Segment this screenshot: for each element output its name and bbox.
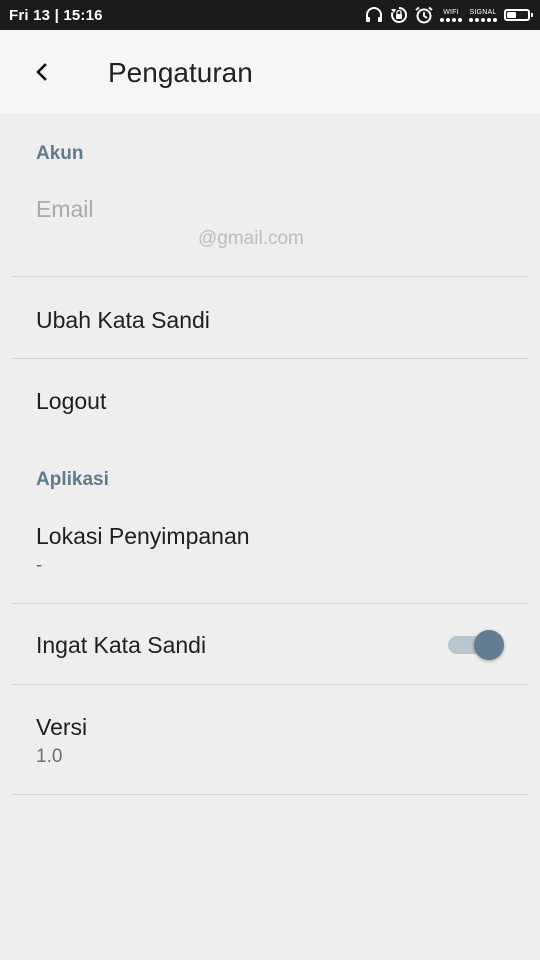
- storage-location-value: -: [36, 555, 43, 576]
- signal-icon: SIGNAL: [469, 9, 497, 22]
- back-button[interactable]: [26, 56, 58, 88]
- wifi-icon: WIFI: [440, 9, 462, 22]
- version-item: Versi 1.0: [0, 685, 540, 794]
- page-title: Pengaturan: [108, 57, 253, 88]
- alarm-icon: [415, 6, 433, 24]
- status-bar: Fri 13 | 15:16 WIFI SIGNAL: [0, 0, 540, 30]
- change-password-item[interactable]: Ubah Kata Sandi: [0, 277, 540, 358]
- toggle-thumb: [474, 630, 504, 660]
- version-value: 1.0: [36, 746, 63, 767]
- status-time: Fri 13 | 15:16: [9, 7, 103, 24]
- section-header-app: Aplikasi: [36, 469, 109, 490]
- logout-label: Logout: [36, 388, 107, 414]
- headphones-icon: [365, 7, 383, 23]
- email-title: Email: [36, 196, 94, 222]
- email-value: @gmail.com: [198, 228, 304, 249]
- change-password-label: Ubah Kata Sandi: [36, 307, 210, 333]
- storage-location-label: Lokasi Penyimpanan: [36, 523, 250, 549]
- logout-item[interactable]: Logout: [0, 359, 540, 441]
- battery-icon: [504, 9, 533, 21]
- email-row: Email @gmail.com: [0, 180, 540, 276]
- back-arrow-icon: [36, 63, 47, 81]
- divider: [12, 794, 528, 795]
- version-label: Versi: [36, 714, 88, 740]
- signal-label: SIGNAL: [469, 8, 497, 16]
- remember-password-label: Ingat Kata Sandi: [36, 632, 207, 658]
- battery-level: [507, 12, 516, 18]
- remember-password-toggle[interactable]: [448, 630, 506, 660]
- storage-location-item[interactable]: Lokasi Penyimpanan -: [0, 505, 540, 603]
- app-bar: Pengaturan: [0, 30, 540, 114]
- wifi-label: WIFI: [443, 8, 459, 16]
- rotation-lock-icon: [390, 6, 408, 24]
- status-icons: WIFI SIGNAL: [365, 0, 533, 30]
- section-header-account: Akun: [36, 143, 84, 164]
